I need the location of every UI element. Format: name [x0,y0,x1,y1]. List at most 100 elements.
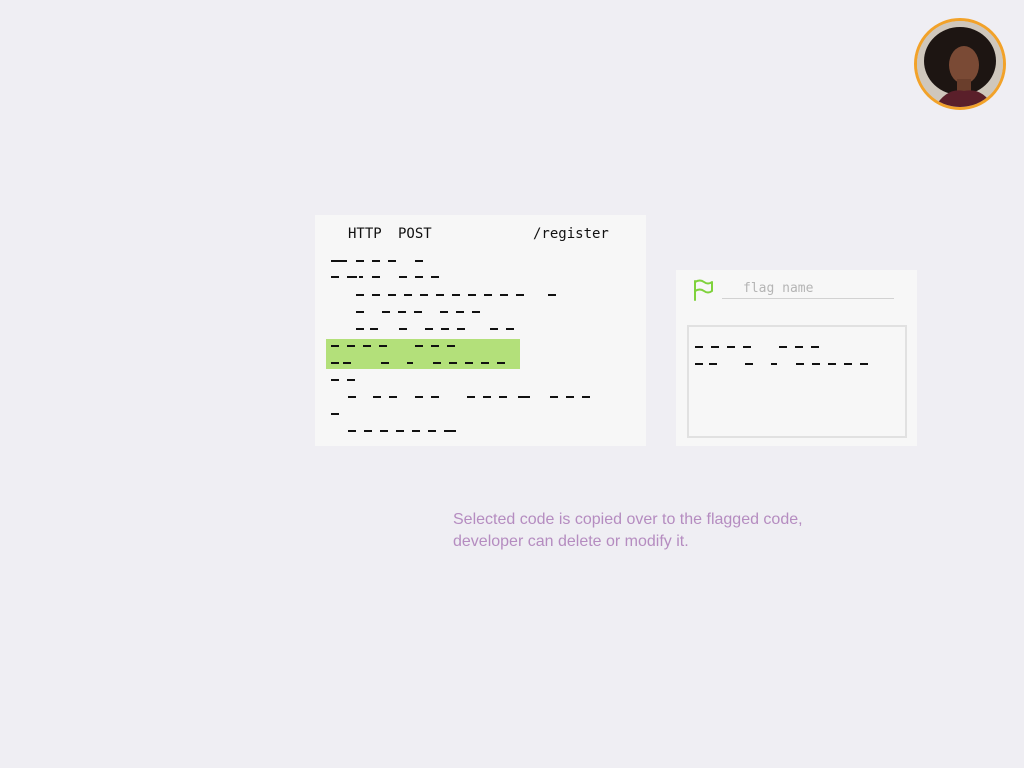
code-token [415,345,423,347]
endpoint-header: HTTP POST /register [315,226,646,244]
code-token [465,362,473,364]
code-token [582,396,590,398]
code-token [444,430,456,432]
code-token [388,260,396,262]
code-token [499,396,507,398]
code-token [379,345,387,347]
code-token [372,260,380,262]
code-token [356,260,364,262]
code-token [745,363,753,365]
code-token [483,396,491,398]
flag-name-input[interactable] [722,279,894,299]
flag-icon[interactable] [692,279,714,301]
code-token [452,294,460,296]
code-token [727,346,735,348]
code-token [356,294,364,296]
code-editor-panel: HTTP POST /register [315,215,646,446]
http-method-label: HTTP [348,226,382,242]
code-token [441,328,449,330]
code-token [709,363,717,365]
code-token [828,363,836,365]
code-token [331,260,347,262]
code-token [796,363,804,365]
code-token [414,311,422,313]
code-token [431,396,439,398]
code-token [398,311,406,313]
code-token [331,413,339,415]
code-token [456,311,464,313]
code-token [331,345,339,347]
code-token [566,396,574,398]
code-token [420,294,428,296]
code-token [506,328,514,330]
code-token [467,396,475,398]
code-token [440,311,448,313]
code-token [433,362,441,364]
code-token [500,294,508,296]
code-token [812,363,820,365]
code-token [363,345,371,347]
code-token [695,346,703,348]
code-token [447,345,455,347]
code-token [380,430,388,432]
code-token [490,328,498,330]
code-token [359,276,363,278]
http-verb-label: POST [398,226,432,242]
code-token [550,396,558,398]
code-token [415,276,423,278]
code-token [457,328,465,330]
code-token [425,328,433,330]
code-token [343,362,351,364]
code-token [844,363,852,365]
code-token [404,294,412,296]
code-token [415,260,423,262]
code-token [396,430,404,432]
code-token [370,328,378,330]
code-token [407,362,413,364]
code-token [431,345,439,347]
code-token [356,328,364,330]
code-token [388,294,396,296]
code-token [347,379,355,381]
annotation-note: Selected code is copied over to the flag… [453,509,873,553]
code-token [348,396,356,398]
flagged-code-box[interactable] [687,325,907,438]
code-token [695,363,703,365]
code-token [428,430,436,432]
code-token [399,276,407,278]
code-token [795,346,803,348]
code-token [364,430,372,432]
user-avatar[interactable] [914,18,1006,110]
code-token [331,362,339,364]
code-token [347,276,357,278]
code-token [481,362,489,364]
code-token [548,294,556,296]
code-token [373,396,381,398]
code-token [711,346,719,348]
code-token [468,294,476,296]
annotation-line-1: Selected code is copied over to the flag… [453,511,803,528]
code-token [372,276,380,278]
code-token [412,430,420,432]
code-token [811,346,819,348]
code-token [348,430,356,432]
endpoint-path-label: /register [533,226,609,242]
code-token [415,396,423,398]
code-token [518,396,530,398]
selected-code-highlight[interactable] [326,339,520,369]
code-token [381,362,389,364]
code-token [382,311,390,313]
code-token [356,311,364,313]
code-token [389,396,397,398]
code-token [449,362,457,364]
code-token [331,276,339,278]
annotation-line-2: developer can delete or modify it. [453,533,689,550]
code-token [497,362,505,364]
code-token [860,363,868,365]
code-token [472,311,480,313]
code-token [399,328,407,330]
code-token [331,379,339,381]
avatar-photo [917,21,1003,107]
code-token [484,294,492,296]
code-token [779,346,787,348]
